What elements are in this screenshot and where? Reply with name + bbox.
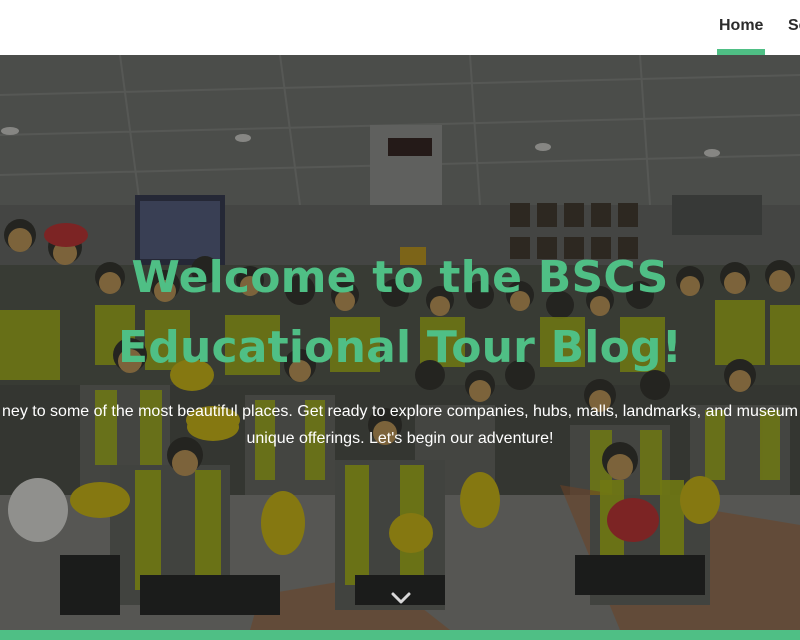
nav-item-home[interactable]: Home [716, 0, 766, 55]
hero-subtitle-line-1: ney to some of the most beautiful places… [2, 403, 798, 420]
top-navbar: Home Se [0, 0, 800, 55]
bottom-accent-bar [0, 630, 800, 640]
hero-subtitle: ney to some of the most beautiful places… [0, 398, 800, 452]
hero-title: Welcome to the BSCS Educational Tour Blo… [0, 243, 800, 383]
hero-title-line-1: Welcome to the BSCS [131, 252, 669, 303]
hero-title-line-2: Educational Tour Blog! [118, 322, 682, 373]
chevron-down-icon[interactable] [391, 591, 411, 605]
nav-item-second[interactable]: Se [788, 0, 800, 55]
hero-subtitle-line-2: unique offerings. Let's begin our advent… [246, 430, 554, 447]
hero-section: Welcome to the BSCS Educational Tour Blo… [0, 55, 800, 630]
